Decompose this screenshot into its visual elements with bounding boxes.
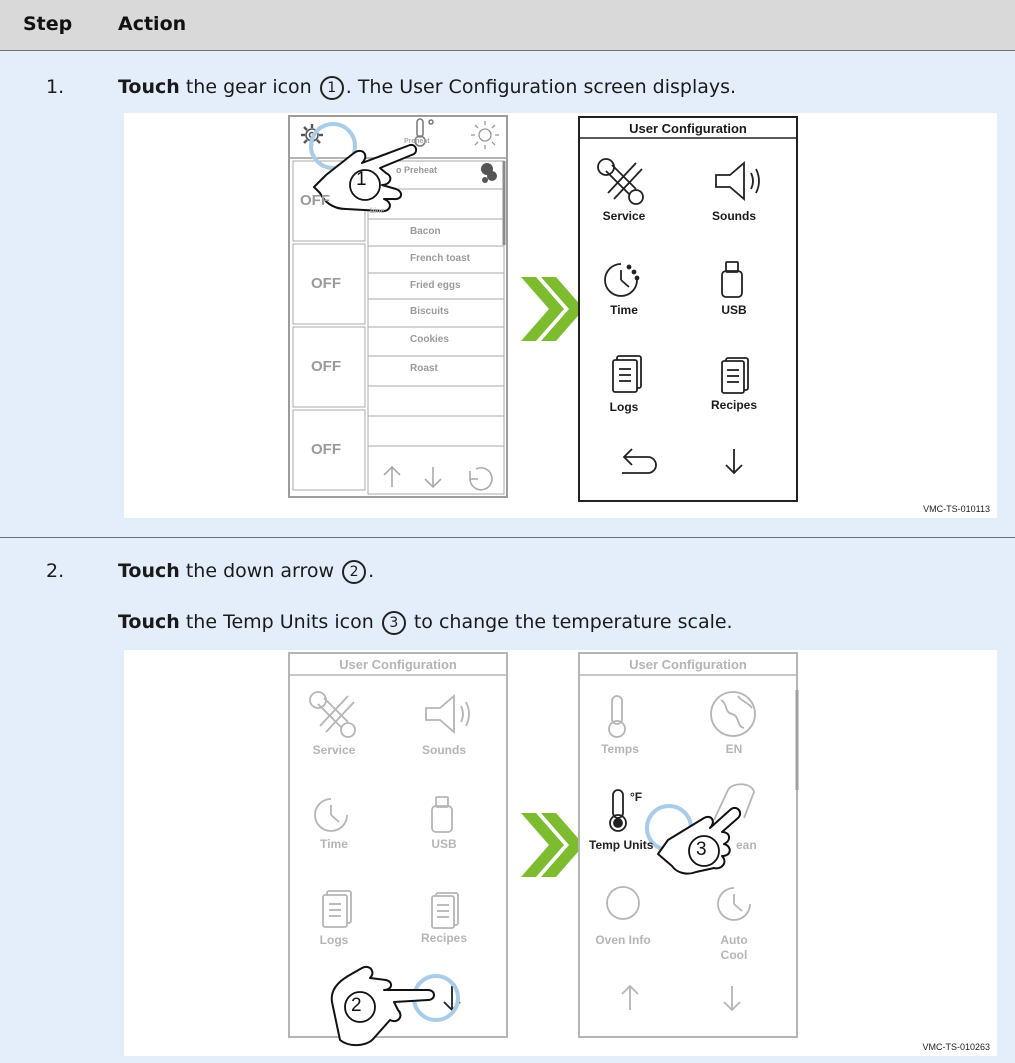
table-row: 2. Touch the down arrow 2. Touch the Tem… (0, 538, 1015, 1063)
temps-label[interactable]: Temps (590, 742, 650, 756)
callout-marker: 1 (319, 76, 344, 100)
auto-cool-label[interactable]: Auto Cool (719, 933, 749, 963)
auto-preheat-item[interactable]: o Preheat (396, 165, 437, 175)
off-button[interactable]: OFF (311, 358, 341, 375)
table-row: 1. Touch the gear icon 1. The User Confi… (0, 51, 1015, 538)
step-instruction: Touch the down arrow 2. (118, 560, 375, 584)
screen-title: User Configuration (629, 121, 747, 136)
callout-marker: 2 (342, 560, 367, 584)
step-instruction: Touch the Temp Units icon 3 to change th… (118, 611, 733, 635)
illustration-step-1: Preheat o Preheat bine OFF OFF OFF OFF B… (124, 113, 997, 518)
step-number: 1. (46, 76, 65, 98)
recipes-icon (721, 357, 749, 394)
clean-label[interactable]: ean (736, 838, 757, 852)
usb-label[interactable]: USB (704, 303, 764, 317)
unit-symbol: °F (630, 790, 643, 804)
screen-title: User Configuration (629, 657, 747, 672)
time-label[interactable]: Time (594, 303, 654, 317)
figure-id: VMC-TS-010263 (922, 1042, 990, 1052)
menu-fragment: bine (370, 208, 385, 215)
callout-3: 3 (696, 839, 707, 860)
off-button[interactable]: OFF (311, 441, 341, 458)
temp-units-label[interactable]: Temp Units (589, 838, 653, 852)
callout-1: 1 (356, 169, 367, 190)
menu-item[interactable]: Cookies (410, 334, 449, 345)
logs-label[interactable]: Logs (304, 933, 364, 947)
next-screen-arrow-icon (521, 813, 584, 877)
screen-title: User Configuration (339, 657, 457, 672)
logs-icon (612, 355, 642, 393)
figure-id: VMC-TS-010113 (923, 504, 990, 514)
logs-icon (322, 890, 352, 928)
recipes-icon (431, 892, 459, 929)
sounds-label[interactable]: Sounds (414, 743, 474, 757)
sounds-label[interactable]: Sounds (704, 209, 764, 223)
menu-item[interactable]: French toast (410, 253, 470, 264)
callout-marker: 3 (381, 611, 406, 635)
language-label[interactable]: EN (704, 742, 764, 756)
menu-item[interactable]: Fried eggs (410, 280, 461, 291)
step-column-header: Step (23, 13, 73, 35)
preheat-label: Preheat (404, 138, 430, 145)
recipes-label[interactable]: Recipes (414, 931, 474, 945)
usb-label[interactable]: USB (414, 837, 474, 851)
menu-item[interactable]: Bacon (410, 226, 441, 237)
logs-label[interactable]: Logs (594, 400, 654, 414)
next-screen-arrow-icon (521, 277, 584, 341)
table-header: Step Action (0, 0, 1015, 51)
menu-item[interactable]: Roast (410, 363, 438, 374)
callout-2: 2 (351, 995, 362, 1016)
off-button[interactable]: OFF (300, 192, 330, 209)
menu-item[interactable]: Biscuits (410, 306, 449, 317)
time-label[interactable]: Time (304, 837, 364, 851)
recipes-label[interactable]: Recipes (704, 398, 764, 412)
service-label[interactable]: Service (594, 209, 654, 223)
service-label[interactable]: Service (304, 743, 364, 757)
step-instruction: Touch the gear icon 1. The User Configur… (118, 76, 737, 100)
step-number: 2. (46, 560, 65, 582)
action-column-header: Action (118, 13, 187, 35)
illustration-step-2: User Configuration Service Sounds Time U… (124, 650, 997, 1056)
off-button[interactable]: OFF (311, 275, 341, 292)
oven-info-label[interactable]: Oven Info (593, 933, 653, 947)
